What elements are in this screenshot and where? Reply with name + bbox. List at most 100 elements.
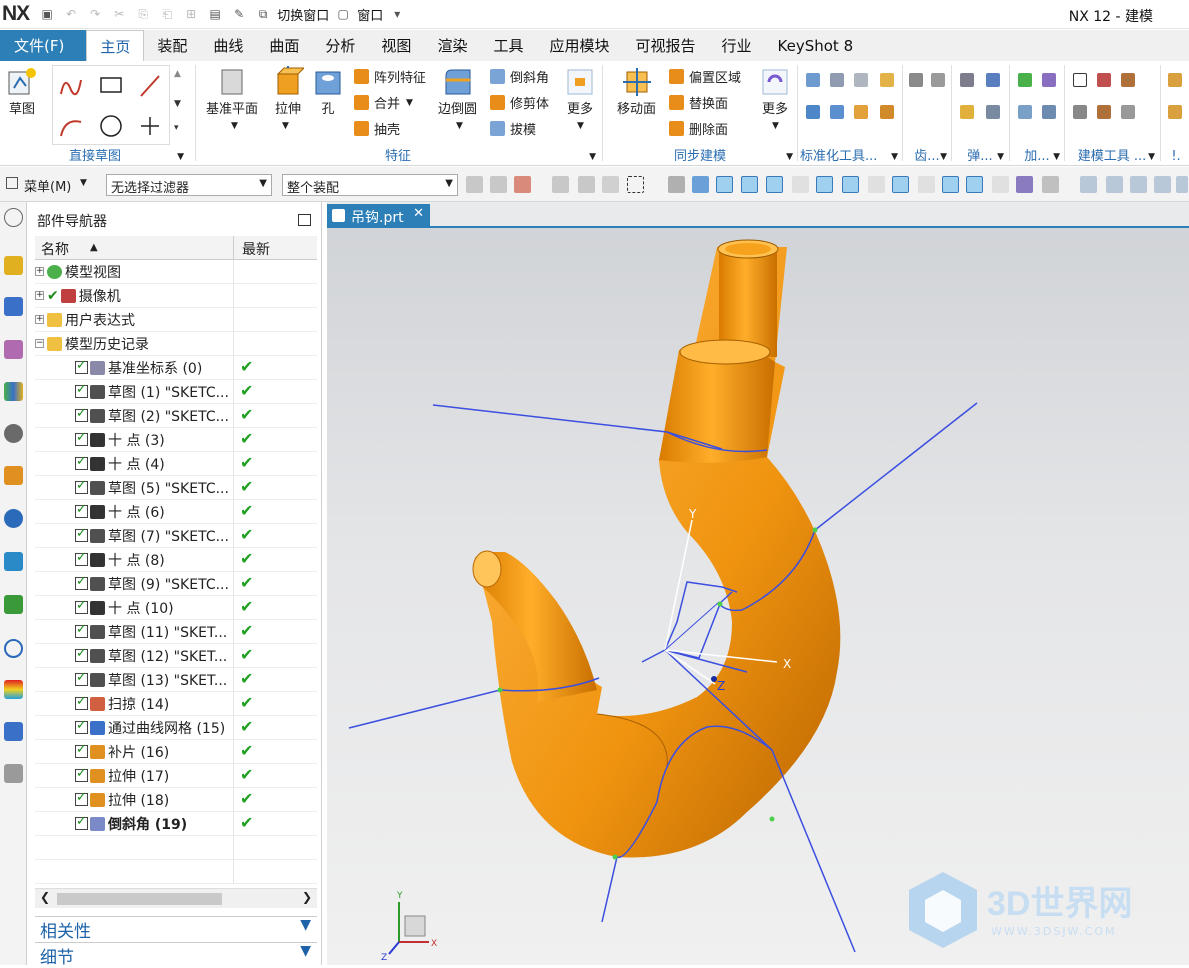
group-dropdown-icon[interactable]: ▼: [1053, 152, 1060, 162]
scroll-left-icon[interactable]: ❮: [40, 890, 50, 904]
hole-button[interactable]: 孔: [312, 66, 344, 117]
tab-industry[interactable]: 行业: [709, 30, 765, 61]
spring-icon[interactable]: [986, 73, 1000, 87]
edge-blend-dropdown-icon[interactable]: ▼: [456, 121, 463, 131]
history-row[interactable]: 十 点 (10) ✔: [35, 596, 317, 620]
assembly-navigator-icon[interactable]: [4, 256, 23, 275]
history-icon[interactable]: [4, 595, 23, 614]
gear-icon[interactable]: [909, 73, 923, 87]
eraser-icon[interactable]: [880, 73, 894, 87]
cut-icon[interactable]: ✂: [110, 5, 128, 23]
feature-checkbox[interactable]: [75, 718, 88, 734]
line-icon[interactable]: [140, 75, 160, 97]
snap-line-icon[interactable]: [741, 176, 758, 193]
select-icon[interactable]: [490, 176, 507, 193]
spring-icon[interactable]: [986, 105, 1000, 119]
feature-checkbox[interactable]: [75, 742, 88, 758]
arc-icon[interactable]: [60, 120, 82, 137]
tool-icon[interactable]: [1042, 73, 1056, 87]
check-icon[interactable]: [1018, 73, 1032, 87]
offset-region-button[interactable]: 偏置区域: [669, 67, 741, 86]
feature-checkbox[interactable]: [75, 478, 88, 494]
scrollbar-thumb[interactable]: [57, 893, 222, 905]
more-features-button[interactable]: 更多: [564, 66, 596, 117]
tab-surface[interactable]: 曲面: [256, 30, 312, 61]
palette-icon[interactable]: [4, 680, 23, 699]
move-face-button[interactable]: 移动面: [617, 66, 656, 117]
tool-icon[interactable]: [1097, 105, 1111, 119]
gear-icon[interactable]: [931, 73, 945, 87]
copy-icon[interactable]: ⎘: [134, 5, 152, 23]
feature-checkbox[interactable]: [75, 454, 88, 470]
tree-node-model-history[interactable]: − 模型历史记录: [35, 332, 317, 356]
more-dropdown-icon[interactable]: ▼: [577, 121, 584, 131]
snap-angle-icon[interactable]: [868, 176, 885, 193]
redo-icon[interactable]: ↷: [86, 5, 104, 23]
spring-icon[interactable]: [960, 105, 974, 119]
hd3d-tools-icon[interactable]: [4, 466, 23, 485]
scroll-down-icon[interactable]: ▼: [174, 99, 181, 109]
tree-node-model-views[interactable]: + 模型视图: [35, 260, 317, 284]
extrude-button[interactable]: 拉伸: [272, 66, 304, 117]
type-filter-select[interactable]: 无选择过滤器 ▼: [106, 174, 272, 196]
display-mode-icon[interactable]: ▤: [206, 5, 224, 23]
history-row[interactable]: 十 点 (6) ✔: [35, 500, 317, 524]
window-menu-button[interactable]: 窗口: [357, 5, 383, 24]
tool-icon[interactable]: [1168, 73, 1182, 87]
tree-node-user-expressions[interactable]: + 用户表达式: [35, 308, 317, 332]
replace-face-button[interactable]: 替换面: [669, 93, 728, 112]
tab-view[interactable]: 视图: [368, 30, 424, 61]
history-row[interactable]: 十 点 (8) ✔: [35, 548, 317, 572]
history-row[interactable]: 补片 (16) ✔: [35, 740, 317, 764]
datum-plane-dropdown-icon[interactable]: ▼: [231, 121, 238, 131]
tab-curve[interactable]: 曲线: [200, 30, 256, 61]
group-dropdown-icon[interactable]: ▼: [891, 152, 898, 162]
rotate-icon[interactable]: [1130, 176, 1147, 193]
extrude-dropdown-icon[interactable]: ▼: [282, 121, 289, 131]
feature-checkbox[interactable]: [75, 766, 88, 782]
clock-icon[interactable]: [4, 639, 23, 658]
feature-checkbox[interactable]: [75, 550, 88, 566]
snap-midpoint-icon[interactable]: [766, 176, 783, 193]
feature-checkbox[interactable]: [75, 358, 88, 374]
feature-checkbox[interactable]: [75, 430, 88, 446]
tool-icon[interactable]: [854, 105, 868, 119]
group-dropdown-icon[interactable]: ▼: [786, 152, 793, 162]
history-row[interactable]: 草图 (9) "SKETC... ✔: [35, 572, 317, 596]
sketch-button[interactable]: 草图: [6, 66, 38, 117]
rectangle-select-icon[interactable]: [627, 176, 644, 193]
hook-model[interactable]: Y X Z Y X Z: [327, 202, 1189, 965]
group-dropdown-icon[interactable]: ▼: [997, 152, 1004, 162]
snap-curve-icon[interactable]: [792, 176, 809, 193]
expand-icon[interactable]: +: [35, 315, 44, 324]
chevron-down-icon[interactable]: ▾: [388, 5, 406, 23]
trim-body-button[interactable]: 修剪体: [490, 93, 549, 112]
touch-mode-icon[interactable]: ✎: [230, 5, 248, 23]
snap-on-curve-icon[interactable]: [966, 176, 983, 193]
tab-file[interactable]: 文件(F): [0, 30, 87, 61]
spring-icon[interactable]: [830, 73, 844, 87]
history-row[interactable]: 草图 (13) "SKET... ✔: [35, 668, 317, 692]
snap-spline-icon[interactable]: [842, 176, 859, 193]
history-row[interactable]: 拉伸 (18) ✔: [35, 788, 317, 812]
feature-checkbox[interactable]: [75, 382, 88, 398]
select-icon[interactable]: [578, 176, 595, 193]
shell-button[interactable]: 抽壳: [354, 119, 400, 138]
tool-icon[interactable]: [1018, 105, 1032, 119]
menu-button[interactable]: 菜单(M): [24, 176, 71, 195]
history-row[interactable]: 草图 (5) "SKETC... ✔: [35, 476, 317, 500]
dependencies-panel-header[interactable]: 相关性 ▼: [35, 916, 317, 942]
delete-face-button[interactable]: 删除面: [669, 119, 728, 138]
reuse-library-icon[interactable]: [4, 382, 23, 401]
snap-center-icon[interactable]: [892, 176, 909, 193]
tool-icon[interactable]: [1073, 105, 1087, 119]
tab-home[interactable]: 主页: [86, 30, 145, 61]
system-scene-icon[interactable]: [4, 764, 23, 783]
more-sync-button[interactable]: 更多: [759, 66, 791, 117]
more-dropdown-icon[interactable]: ▼: [772, 121, 779, 131]
feature-checkbox[interactable]: [75, 646, 88, 662]
feature-checkbox[interactable]: [75, 790, 88, 806]
web-browser-icon[interactable]: [4, 509, 23, 528]
collapse-icon[interactable]: −: [35, 339, 44, 348]
menu-dropdown-icon[interactable]: ▼: [80, 178, 87, 188]
